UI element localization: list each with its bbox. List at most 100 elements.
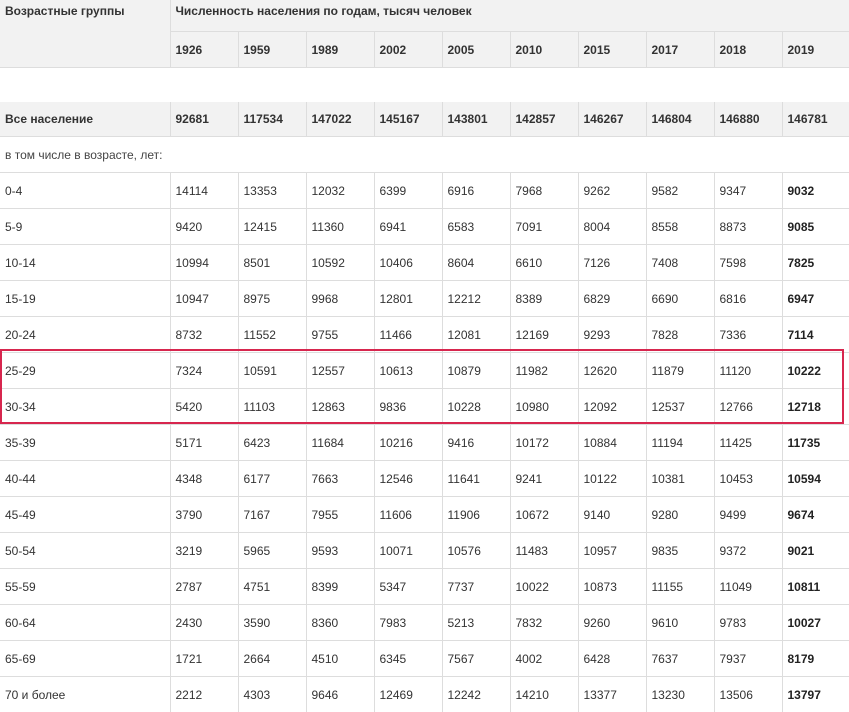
total-value-cell: 117534 bbox=[238, 102, 307, 137]
year-header-cell: 1959 bbox=[238, 31, 307, 68]
table-cell: 11483 bbox=[510, 532, 579, 569]
table-cell: 10594 bbox=[782, 460, 849, 497]
table-cell: 2212 bbox=[170, 676, 239, 712]
total-row: Все население 92681 117534 147022 145167 1438… bbox=[0, 102, 849, 137]
table-cell: 10027 bbox=[782, 604, 849, 641]
table-cell: 11641 bbox=[442, 460, 511, 497]
year-header-cell: 2015 bbox=[578, 31, 647, 68]
table-row: 5-9 9420 12415 11360 6941 6583 7091 8004 8558 887… bbox=[0, 208, 849, 245]
table-cell: 7324 bbox=[170, 352, 239, 389]
table-cell: 7567 bbox=[442, 640, 511, 677]
table-cell: 2787 bbox=[170, 568, 239, 605]
table-cell: 6816 bbox=[714, 280, 783, 317]
table-cell: 9293 bbox=[578, 316, 647, 353]
table-cell: 6690 bbox=[646, 280, 715, 317]
year-header-cell: 2010 bbox=[510, 31, 579, 68]
table-cell: 11906 bbox=[442, 496, 511, 533]
table-cell: 4510 bbox=[306, 640, 375, 677]
table-cell: 14210 bbox=[510, 676, 579, 712]
table-row: 60-64 2430 3590 8360 7983 5213 7832 9260 9610 978… bbox=[0, 604, 849, 641]
table-cell: 6345 bbox=[374, 640, 443, 677]
spacer-row bbox=[0, 67, 849, 102]
table-cell: 2664 bbox=[238, 640, 307, 677]
table-cell: 7832 bbox=[510, 604, 579, 641]
table-cell: 10980 bbox=[510, 388, 579, 425]
table-cell: 9835 bbox=[646, 532, 715, 569]
table-cell: 10022 bbox=[510, 568, 579, 605]
age-group-label: 70 и более bbox=[0, 676, 171, 712]
table-cell: 7167 bbox=[238, 496, 307, 533]
table-cell: 6610 bbox=[510, 244, 579, 281]
table-cell: 9260 bbox=[578, 604, 647, 641]
table-cell: 11103 bbox=[238, 388, 307, 425]
table-cell: 10591 bbox=[238, 352, 307, 389]
year-header-cell: 1926 bbox=[170, 31, 239, 68]
table-cell: 13377 bbox=[578, 676, 647, 712]
table-cell: 12801 bbox=[374, 280, 443, 317]
year-header-cell: 1989 bbox=[306, 31, 375, 68]
table-cell: 5965 bbox=[238, 532, 307, 569]
table-cell: 9347 bbox=[714, 172, 783, 209]
table-cell: 9783 bbox=[714, 604, 783, 641]
table-cell: 7091 bbox=[510, 208, 579, 245]
table-cell: 6428 bbox=[578, 640, 647, 677]
table-cell: 10884 bbox=[578, 424, 647, 461]
table-cell: 5420 bbox=[170, 388, 239, 425]
table-cell: 8975 bbox=[238, 280, 307, 317]
total-value-cell: 146880 bbox=[714, 102, 783, 137]
year-header-cell: 2002 bbox=[374, 31, 443, 68]
table-cell: 10576 bbox=[442, 532, 511, 569]
table-cell: 3219 bbox=[170, 532, 239, 569]
age-group-label: 0-4 bbox=[0, 172, 171, 209]
table-cell: 6423 bbox=[238, 424, 307, 461]
table-cell: 12766 bbox=[714, 388, 783, 425]
table-cell: 9420 bbox=[170, 208, 239, 245]
year-header-cell: 2018 bbox=[714, 31, 783, 68]
table-cell: 13506 bbox=[714, 676, 783, 712]
table-cell: 7955 bbox=[306, 496, 375, 533]
table-cell: 10381 bbox=[646, 460, 715, 497]
table-cell: 12537 bbox=[646, 388, 715, 425]
age-group-label: 5-9 bbox=[0, 208, 171, 245]
age-group-label: 55-59 bbox=[0, 568, 171, 605]
population-table: Возрастные группы Численность населения … bbox=[0, 0, 849, 712]
table-cell: 13797 bbox=[782, 676, 849, 712]
age-group-label: 60-64 bbox=[0, 604, 171, 641]
total-value-cell: 145167 bbox=[374, 102, 443, 137]
subheader-row: в том числе в возрасте, лет: bbox=[0, 136, 849, 173]
table-cell: 8004 bbox=[578, 208, 647, 245]
table-row: 35-39 5171 6423 11684 10216 9416 10172 10884 111… bbox=[0, 424, 849, 461]
table-row: 70 и более 2212 4303 9646 12469 12242 14210 133… bbox=[0, 676, 849, 712]
table-cell: 9241 bbox=[510, 460, 579, 497]
table-row: 25-29 7324 10591 12557 10613 10879 11982 12620 1… bbox=[0, 352, 849, 389]
table-cell: 9262 bbox=[578, 172, 647, 209]
age-groups-header: Возрастные группы bbox=[0, 0, 171, 68]
table-cell: 7663 bbox=[306, 460, 375, 497]
age-group-label: 15-19 bbox=[0, 280, 171, 317]
table-cell: 9085 bbox=[782, 208, 849, 245]
table-cell: 4303 bbox=[238, 676, 307, 712]
table-cell: 9140 bbox=[578, 496, 647, 533]
table-cell: 11360 bbox=[306, 208, 375, 245]
age-subheader: в том числе в возрасте, лет: bbox=[0, 136, 849, 173]
table-cell: 9372 bbox=[714, 532, 783, 569]
table-cell: 7126 bbox=[578, 244, 647, 281]
total-value-cell: 142857 bbox=[510, 102, 579, 137]
table-cell: 12718 bbox=[782, 388, 849, 425]
table-cell: 7408 bbox=[646, 244, 715, 281]
table-cell: 9499 bbox=[714, 496, 783, 533]
total-value-cell: 146781 bbox=[782, 102, 849, 137]
table-cell: 12081 bbox=[442, 316, 511, 353]
total-value-cell: 146804 bbox=[646, 102, 715, 137]
table-cell: 9836 bbox=[374, 388, 443, 425]
table-cell: 7114 bbox=[782, 316, 849, 353]
table-cell: 9021 bbox=[782, 532, 849, 569]
table-cell: 5213 bbox=[442, 604, 511, 641]
age-group-label: 35-39 bbox=[0, 424, 171, 461]
table-cell: 12092 bbox=[578, 388, 647, 425]
table-cell: 7983 bbox=[374, 604, 443, 641]
table-cell: 11735 bbox=[782, 424, 849, 461]
table-cell: 12415 bbox=[238, 208, 307, 245]
table-cell: 11155 bbox=[646, 568, 715, 605]
table-cell: 9610 bbox=[646, 604, 715, 641]
